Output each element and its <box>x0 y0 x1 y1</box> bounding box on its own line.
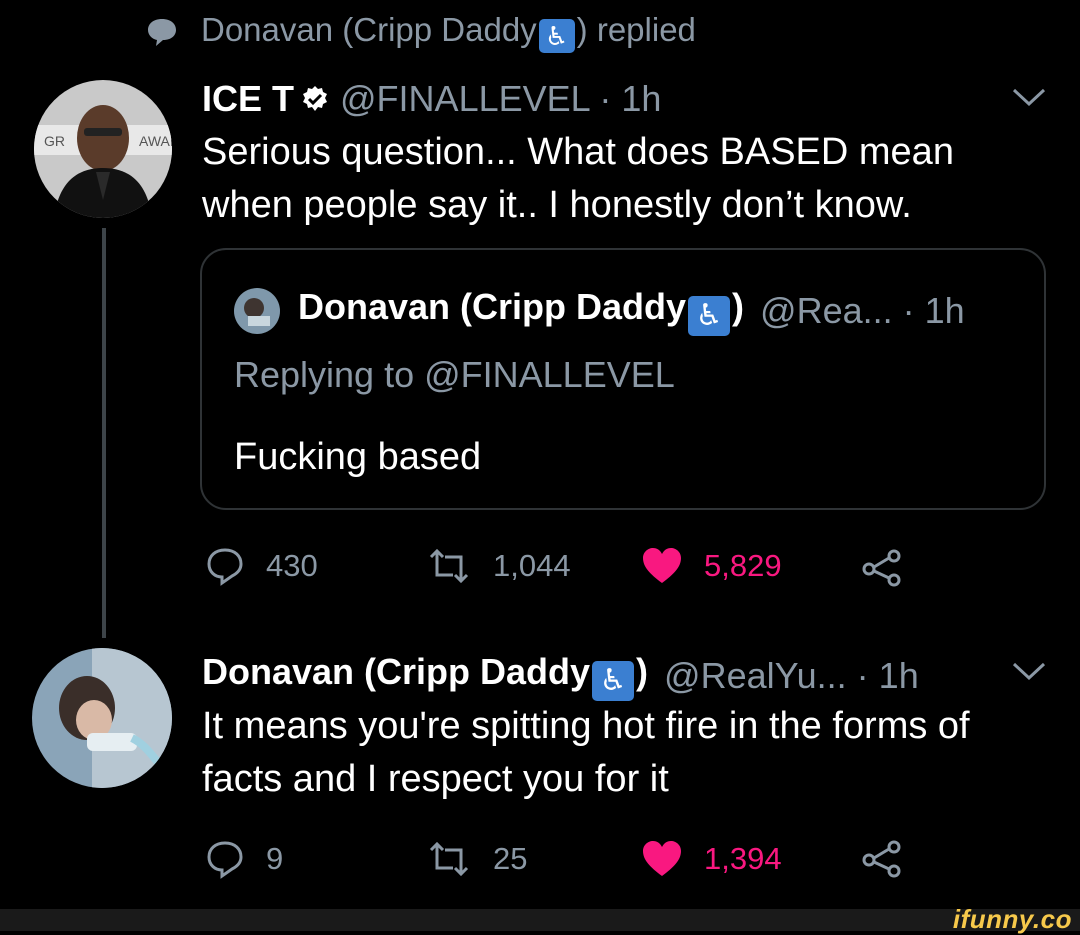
author-name[interactable]: ICE T <box>202 78 294 120</box>
tweet1-header: ICE T @FINALLEVEL · 1h <box>202 78 661 120</box>
avatar-image <box>32 648 172 788</box>
svg-text:GR: GR <box>44 133 65 149</box>
quote-handle-time: @Rea... · 1h <box>760 290 965 331</box>
like-button[interactable]: 5,829 <box>640 545 782 587</box>
tweet2-header: Donavan (Cripp Daddy ♿) @RealYu... · 1h <box>202 651 919 701</box>
reply-button[interactable]: 9 <box>204 838 283 880</box>
chevron-down-icon[interactable] <box>1010 660 1048 684</box>
quote-text: Fucking based <box>234 436 482 478</box>
retweet-icon <box>429 548 469 584</box>
quote-author-name[interactable]: Donavan (Cripp Daddy ♿) <box>298 286 744 336</box>
chevron-down-icon[interactable] <box>1010 86 1048 110</box>
like-button[interactable]: 1,394 <box>640 838 782 880</box>
quoted-tweet-card[interactable]: Donavan (Cripp Daddy ♿) @Rea... · 1h Repl… <box>200 248 1046 510</box>
tweet1-text: Serious question... What does BASED mean… <box>202 131 954 226</box>
share-icon[interactable] <box>860 547 904 589</box>
wheelchair-icon: ♿ <box>538 19 575 53</box>
reply-icon <box>207 548 243 586</box>
avatar-ice-t[interactable]: GR AWAR <box>34 80 172 218</box>
reply-icon <box>207 841 243 879</box>
verified-badge-icon <box>303 86 328 111</box>
avatar-donavan[interactable] <box>32 648 172 788</box>
comment-bubble-icon <box>148 19 176 46</box>
heart-icon <box>643 548 681 583</box>
reply-context: Donavan (Cripp Daddy ♿) replied <box>145 11 696 53</box>
share-icon[interactable] <box>860 838 904 880</box>
wheelchair-icon: ♿ <box>688 296 731 336</box>
tweet2-text: It means you're spitting hot fire in the… <box>202 705 970 800</box>
retweet-button[interactable]: 1,044 <box>425 545 571 587</box>
author-name[interactable]: Donavan (Cripp Daddy ♿) <box>202 651 648 701</box>
handle-time[interactable]: @FINALLEVEL · 1h <box>340 78 661 120</box>
retweet-icon <box>429 841 469 877</box>
avatar-image: GR AWAR <box>34 80 172 218</box>
ifunny-watermark: ifunny.co <box>952 904 1072 934</box>
quote-avatar <box>234 288 280 334</box>
heart-icon <box>643 841 681 876</box>
svg-text:AWAR: AWAR <box>139 133 172 149</box>
handle-time[interactable]: @RealYu... · 1h <box>664 655 919 697</box>
wheelchair-icon: ♿ <box>592 661 635 701</box>
thread-connector-line <box>102 228 106 638</box>
retweet-button[interactable]: 25 <box>425 838 527 880</box>
quote-header: Donavan (Cripp Daddy ♿) @Rea... · 1h <box>234 286 965 336</box>
footer-strip <box>0 909 1080 931</box>
reply-button[interactable]: 430 <box>204 545 318 587</box>
reply-context-text: Donavan (Cripp Daddy ♿) replied <box>201 11 696 53</box>
replying-to: Replying to @FINALLEVEL <box>234 354 675 395</box>
